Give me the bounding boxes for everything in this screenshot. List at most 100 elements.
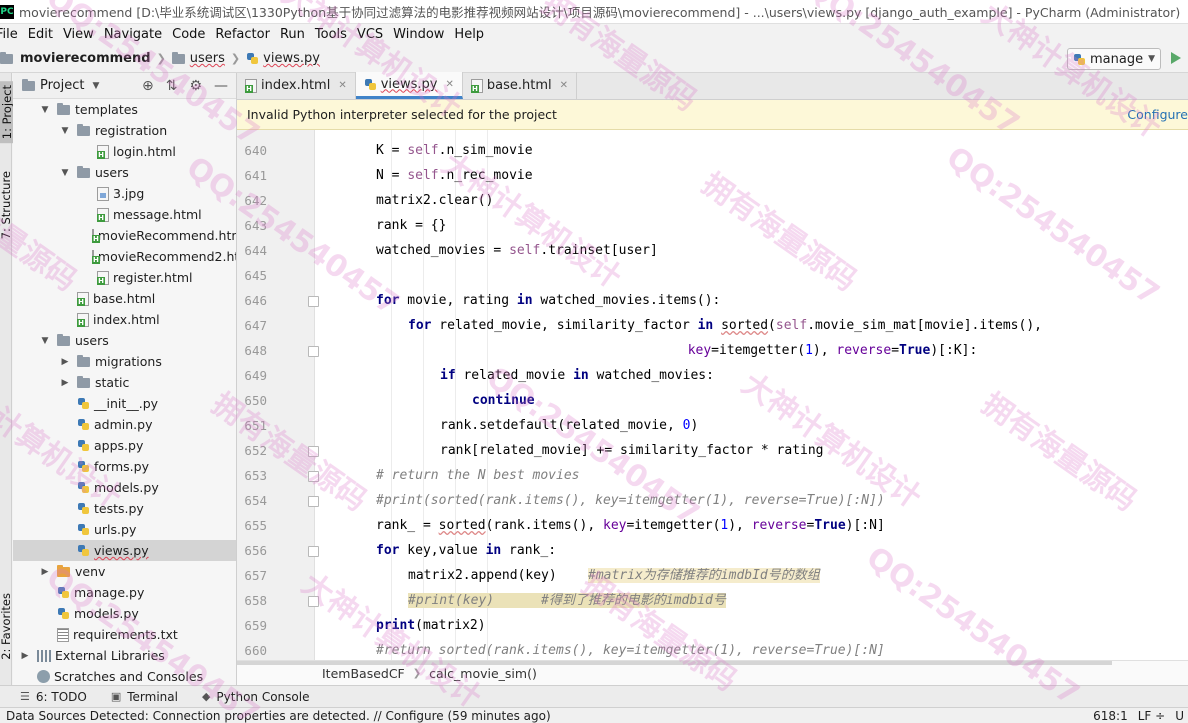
tree-item[interactable]: ▼ users <box>13 162 236 183</box>
breadcrumb-class[interactable]: ItemBasedCF <box>322 666 405 681</box>
gear-icon[interactable]: ⚙ <box>189 78 202 94</box>
tree-item[interactable]: ▼ users <box>13 330 236 351</box>
chevron-down-icon[interactable]: ▼ <box>59 168 71 178</box>
tree-item[interactable]: ▶views.py <box>13 540 236 561</box>
line-number: 640 <box>244 143 267 158</box>
file-encoding[interactable]: U <box>1175 709 1184 723</box>
nav-crumb-root[interactable]: movierecommend <box>0 51 151 66</box>
nav-crumb-folder[interactable]: users <box>171 51 225 66</box>
configure-link[interactable]: Configure <box>1127 107 1188 122</box>
tool-tab-structure[interactable]: 7: Structure <box>0 171 13 239</box>
breadcrumb-method[interactable]: calc_movie_sim() <box>429 666 537 681</box>
tab-views-py[interactable]: views.py ✕ <box>355 72 463 99</box>
nav-crumb-file[interactable]: views.py <box>246 51 320 66</box>
tree-item[interactable]: ▶ venv <box>13 561 236 582</box>
tool-window-python-console[interactable]: ◆ Python Console <box>202 690 310 704</box>
tree-item[interactable]: ▶requirements.txt <box>13 624 236 645</box>
menu-view[interactable]: View <box>63 27 101 42</box>
code-line: if related_movie in watched_movies: <box>440 368 714 383</box>
close-icon[interactable]: ✕ <box>560 80 568 91</box>
close-icon[interactable]: ✕ <box>446 79 454 90</box>
tree-item[interactable]: ▶apps.py <box>13 435 236 456</box>
run-config-dropdown[interactable]: manage ▼ <box>1067 48 1161 70</box>
line-number: 641 <box>244 168 267 183</box>
tab-index-html[interactable]: index.html ✕ <box>237 72 356 99</box>
tree-item[interactable]: ▶admin.py <box>13 414 236 435</box>
tree-item[interactable]: ▶__init__.py <box>13 393 236 414</box>
chevron-down-icon[interactable]: ▼ <box>39 336 51 346</box>
menu-bar: FileEditViewNavigateCodeRefactorRunTools… <box>0 24 1188 45</box>
tree-item[interactable]: ▶movieRecommend2.html <box>13 246 236 267</box>
tree-item[interactable]: ▶models.py <box>13 477 236 498</box>
tree-item[interactable]: ▶index.html <box>13 309 236 330</box>
chevron-down-icon[interactable]: ▼ <box>39 105 51 115</box>
tree-item[interactable]: ▶base.html <box>13 288 236 309</box>
tree-item[interactable]: ▶tests.py <box>13 498 236 519</box>
code-line: # return the N best movies <box>376 468 580 483</box>
menu-refactor[interactable]: Refactor <box>215 27 277 42</box>
editor-breadcrumb: ItemBasedCF ❯ calc_movie_sim() <box>237 660 1188 685</box>
chevron-down-icon[interactable]: ▼ <box>92 81 99 91</box>
folder-name: users <box>189 51 225 66</box>
line-separator[interactable]: LF ÷ <box>1138 709 1165 723</box>
tree-item[interactable]: ▼ templates <box>13 99 236 120</box>
tree-item[interactable]: ▶register.html <box>13 267 236 288</box>
code-area[interactable]: K = self.n_sim_movie N = self.n_rec_movie… <box>316 130 1188 660</box>
python-file-icon <box>57 586 70 599</box>
line-number: 646 <box>244 293 267 308</box>
horizontal-scrollbar[interactable] <box>237 661 1112 665</box>
folder-icon <box>0 51 13 64</box>
chevron-right-icon[interactable]: ▶ <box>39 567 51 577</box>
menu-code[interactable]: Code <box>172 27 212 42</box>
tool-window-terminal[interactable]: ▣ Terminal <box>111 690 178 704</box>
chevron-down-icon[interactable]: ▼ <box>59 126 71 136</box>
tree-item-label: venv <box>75 564 106 579</box>
menu-navigate[interactable]: Navigate <box>104 27 169 42</box>
run-icon[interactable] <box>1171 52 1181 64</box>
hide-icon[interactable]: — <box>214 78 228 94</box>
close-icon[interactable]: ✕ <box>338 80 346 91</box>
menu-vcs[interactable]: VCS <box>357 27 390 42</box>
tree-item-label: static <box>95 375 130 390</box>
tree-item[interactable]: ▶message.html <box>13 204 236 225</box>
chevron-down-icon: ▼ <box>1148 54 1155 64</box>
tree-item-label: templates <box>75 102 138 117</box>
menu-tools[interactable]: Tools <box>315 27 354 42</box>
menu-window[interactable]: Window <box>393 27 451 42</box>
line-number: 649 <box>244 368 267 383</box>
project-view-selector[interactable]: Project <box>40 78 84 93</box>
tree-item[interactable]: ▶login.html <box>13 141 236 162</box>
tree-item-label: External Libraries <box>55 648 165 663</box>
tree-item[interactable]: ▶ migrations <box>13 351 236 372</box>
tree-item[interactable]: ▶models.py <box>13 603 236 624</box>
caret-position[interactable]: 618:1 <box>1093 709 1128 723</box>
status-message[interactable]: Data Sources Detected: Connection proper… <box>6 709 551 723</box>
menu-edit[interactable]: Edit <box>28 27 60 42</box>
menu-run[interactable]: Run <box>280 27 312 42</box>
tree-item[interactable]: ▶forms.py <box>13 456 236 477</box>
html-file-icon <box>97 144 109 159</box>
code-line: matrix2.append(key) #matrix为存储推荐的imdbId号… <box>408 568 820 583</box>
menu-help[interactable]: Help <box>454 27 491 42</box>
tree-item[interactable]: ▶movieRecommend.html <box>13 225 236 246</box>
code-editor[interactable]: 640 641 642 643 644 645 646 647 648 649 650 651 652 6… <box>237 130 1188 660</box>
tree-item[interactable]: ▶ External Libraries <box>13 645 236 666</box>
tree-item[interactable]: ▼ registration <box>13 120 236 141</box>
tool-window--todo[interactable]: ☰ 6: TODO <box>20 690 87 704</box>
tree-item[interactable]: ▶ static <box>13 372 236 393</box>
chevron-right-icon[interactable]: ▶ <box>19 651 31 661</box>
tree-item-label: requirements.txt <box>73 627 178 642</box>
tree-item[interactable]: ▶Scratches and Consoles <box>13 666 236 685</box>
tree-item-label: login.html <box>113 144 176 159</box>
tree-item[interactable]: ▶3.jpg <box>13 183 236 204</box>
tree-item[interactable]: ▶urls.py <box>13 519 236 540</box>
menu-file[interactable]: File <box>0 27 25 42</box>
chevron-right-icon[interactable]: ▶ <box>59 378 71 388</box>
tab-base-html[interactable]: base.html ✕ <box>463 72 578 99</box>
tree-item[interactable]: ▶manage.py <box>13 582 236 603</box>
locate-icon[interactable]: ⊕ <box>142 78 154 94</box>
collapse-icon[interactable]: ⇅ <box>166 78 178 94</box>
line-number: 660 <box>244 643 267 658</box>
chevron-right-icon[interactable]: ▶ <box>59 357 71 367</box>
tool-tab-favorites[interactable]: 2: Favorites <box>0 593 13 660</box>
